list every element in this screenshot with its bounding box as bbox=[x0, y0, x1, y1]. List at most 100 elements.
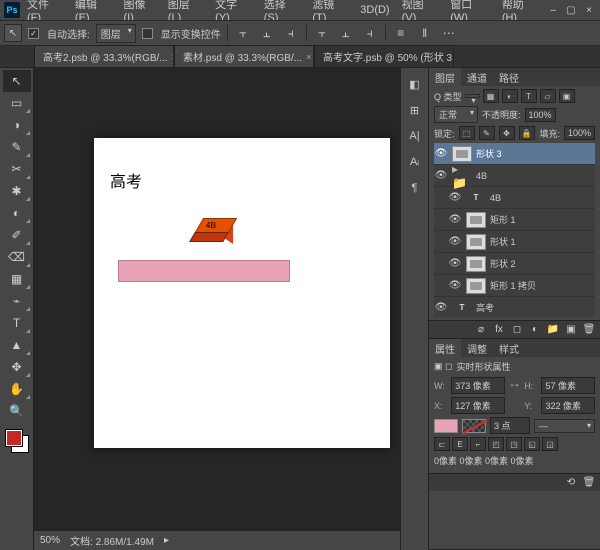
layer-row[interactable]: 👁 T 高考 bbox=[434, 297, 595, 317]
distribute-v-icon[interactable]: ‖ bbox=[416, 24, 434, 42]
layer-row[interactable]: 👁 矩形 1 bbox=[434, 209, 595, 231]
path-select-tool[interactable]: ▲ bbox=[3, 334, 31, 356]
window-close[interactable]: × bbox=[582, 4, 596, 16]
history-panel-icon[interactable]: ◧ bbox=[405, 74, 425, 94]
document-tab[interactable]: 高考2.psb @ 33.3%(RGB/...× bbox=[34, 45, 174, 67]
align-bottom-icon[interactable]: ⫞ bbox=[361, 24, 379, 42]
blend-mode-dropdown[interactable]: 正常 bbox=[434, 106, 478, 123]
fill-color-swatch[interactable] bbox=[434, 419, 458, 433]
type-layer-icon[interactable]: T bbox=[466, 190, 486, 206]
visibility-toggle[interactable]: 👁 bbox=[434, 170, 448, 181]
delete-layer-icon[interactable]: 🗑 bbox=[582, 323, 596, 337]
stroke-align-icon[interactable]: ⊏ bbox=[434, 437, 450, 451]
paragraph-panel-icon[interactable]: ¶ bbox=[405, 178, 425, 198]
shape-tool[interactable]: ✥ bbox=[3, 356, 31, 378]
eyedropper-tool[interactable]: ✱ bbox=[3, 180, 31, 202]
window-minimize[interactable]: – bbox=[546, 4, 560, 16]
pen-tool[interactable]: ⌁ bbox=[3, 290, 31, 312]
character-panel-icon[interactable]: A| bbox=[405, 126, 425, 146]
filter-shape-icon[interactable]: ▱ bbox=[540, 89, 556, 103]
lasso-tool[interactable]: ◑ bbox=[3, 114, 31, 136]
stroke-style-dropdown[interactable]: — bbox=[534, 419, 595, 433]
height-input[interactable]: 57 像素 bbox=[541, 377, 595, 394]
filter-type-icon[interactable]: T bbox=[521, 89, 537, 103]
auto-select-checkbox[interactable] bbox=[28, 28, 39, 39]
y-input[interactable]: 322 像素 bbox=[541, 397, 595, 414]
canvas[interactable]: 高考 4B bbox=[34, 68, 400, 530]
layer-name[interactable]: 形状 1 bbox=[490, 235, 592, 248]
align-center-h-icon[interactable]: ⫠ bbox=[258, 24, 276, 42]
layer-thumb[interactable] bbox=[466, 234, 486, 250]
document-tab[interactable]: 素材.psd @ 33.3%(RGB/...× bbox=[174, 45, 314, 67]
layer-name[interactable]: 4B bbox=[476, 171, 592, 181]
zoom-level[interactable]: 50% bbox=[40, 535, 60, 546]
layer-thumb[interactable] bbox=[466, 278, 486, 294]
layer-mask-icon[interactable]: ◻ bbox=[510, 323, 524, 337]
visibility-toggle[interactable]: 👁 bbox=[448, 280, 462, 291]
adjustment-layer-icon[interactable]: ◐ bbox=[528, 323, 542, 337]
visibility-toggle[interactable]: 👁 bbox=[448, 192, 462, 203]
stroke-color-swatch[interactable] bbox=[462, 419, 486, 433]
show-transform-checkbox[interactable] bbox=[142, 28, 153, 39]
layer-name[interactable]: 4B bbox=[490, 193, 592, 203]
link-wh-icon[interactable]: ⊶ bbox=[509, 380, 520, 391]
gradient-tool[interactable]: ▦ bbox=[3, 268, 31, 290]
width-input[interactable]: 373 像素 bbox=[451, 377, 505, 394]
visibility-toggle[interactable]: 👁 bbox=[434, 302, 448, 313]
glyphs-panel-icon[interactable]: Aᵢ bbox=[405, 152, 425, 172]
move-tool[interactable]: ↖ bbox=[3, 70, 31, 92]
layer-group-icon[interactable]: 📁 bbox=[546, 323, 560, 337]
corner-tl-icon[interactable]: ◰ bbox=[488, 437, 504, 451]
zoom-tool[interactable]: 🔍 bbox=[3, 400, 31, 422]
lock-position-icon[interactable]: ✥ bbox=[499, 126, 515, 140]
corner-br-icon[interactable]: ◲ bbox=[542, 437, 558, 451]
stroke-width-input[interactable]: 3 点 bbox=[490, 417, 530, 434]
distribute-h-icon[interactable]: ≡ bbox=[392, 24, 410, 42]
fill-input[interactable]: 100% bbox=[564, 126, 595, 140]
cap-icon[interactable]: E bbox=[452, 437, 468, 451]
close-tab-icon[interactable]: × bbox=[306, 52, 311, 62]
visibility-toggle[interactable]: 👁 bbox=[434, 148, 448, 159]
more-options-icon[interactable]: ⋯ bbox=[440, 24, 458, 42]
type-layer-icon[interactable]: T bbox=[452, 300, 472, 316]
layer-fx-icon[interactable]: fx bbox=[492, 323, 506, 337]
visibility-toggle[interactable]: 👁 bbox=[448, 236, 462, 247]
new-layer-icon[interactable]: ▣ bbox=[564, 323, 578, 337]
panel-tab-layers[interactable]: 图层 bbox=[429, 68, 461, 87]
props-extra-icon[interactable]: ⟲ bbox=[564, 476, 578, 490]
hand-tool[interactable]: ✋ bbox=[3, 378, 31, 400]
panel-tab-styles[interactable]: 样式 bbox=[493, 339, 525, 358]
layer-name[interactable]: 矩形 1 拷贝 bbox=[490, 279, 592, 292]
layer-row[interactable]: 👁 矩形 1 拷贝 bbox=[434, 275, 595, 297]
crop-tool[interactable]: ✂ bbox=[3, 158, 31, 180]
align-right-icon[interactable]: ⫞ bbox=[282, 24, 300, 42]
lock-all-icon[interactable]: 🔒 bbox=[519, 126, 535, 140]
heal-tool[interactable]: ◐ bbox=[3, 202, 31, 224]
layer-row[interactable]: 👁 形状 1 bbox=[434, 231, 595, 253]
folder-icon[interactable]: ▸📁 bbox=[452, 168, 472, 184]
document-tab-active[interactable]: 高考文字.psb @ 50% (形状 3 , RGB/8#) *× bbox=[314, 45, 454, 67]
layer-kind-dropdown[interactable] bbox=[465, 94, 480, 98]
align-top-icon[interactable]: ⫟ bbox=[313, 24, 331, 42]
panel-tab-adjustments[interactable]: 调整 bbox=[461, 339, 493, 358]
layer-row[interactable]: 👁 形状 2 bbox=[434, 253, 595, 275]
panel-tab-properties[interactable]: 属性 bbox=[429, 339, 461, 358]
props-trash-icon[interactable]: 🗑 bbox=[582, 476, 596, 490]
layer-row[interactable]: 👁 ▸📁 4B bbox=[434, 165, 595, 187]
opacity-input[interactable]: 100% bbox=[525, 108, 556, 122]
filter-pixel-icon[interactable]: ▦ bbox=[483, 89, 499, 103]
doc-info[interactable]: 文档: 2.86M/1.49M bbox=[70, 533, 154, 548]
layer-name[interactable]: 形状 3 bbox=[476, 147, 592, 160]
status-arrow-icon[interactable]: ▸ bbox=[164, 535, 169, 546]
marquee-tool[interactable]: ▭ bbox=[3, 92, 31, 114]
quick-select-tool[interactable]: ✎ bbox=[3, 136, 31, 158]
link-layers-icon[interactable]: ⌀ bbox=[474, 323, 488, 337]
panel-tab-channels[interactable]: 通道 bbox=[461, 68, 493, 87]
x-input[interactable]: 127 像素 bbox=[451, 397, 505, 414]
canvas-shape-selected[interactable] bbox=[118, 260, 290, 282]
layer-thumb[interactable] bbox=[452, 146, 472, 162]
type-tool[interactable]: T bbox=[3, 312, 31, 334]
corner-bl-icon[interactable]: ◱ bbox=[524, 437, 540, 451]
color-swatches[interactable] bbox=[4, 428, 30, 454]
filter-adjust-icon[interactable]: ◐ bbox=[502, 89, 518, 103]
